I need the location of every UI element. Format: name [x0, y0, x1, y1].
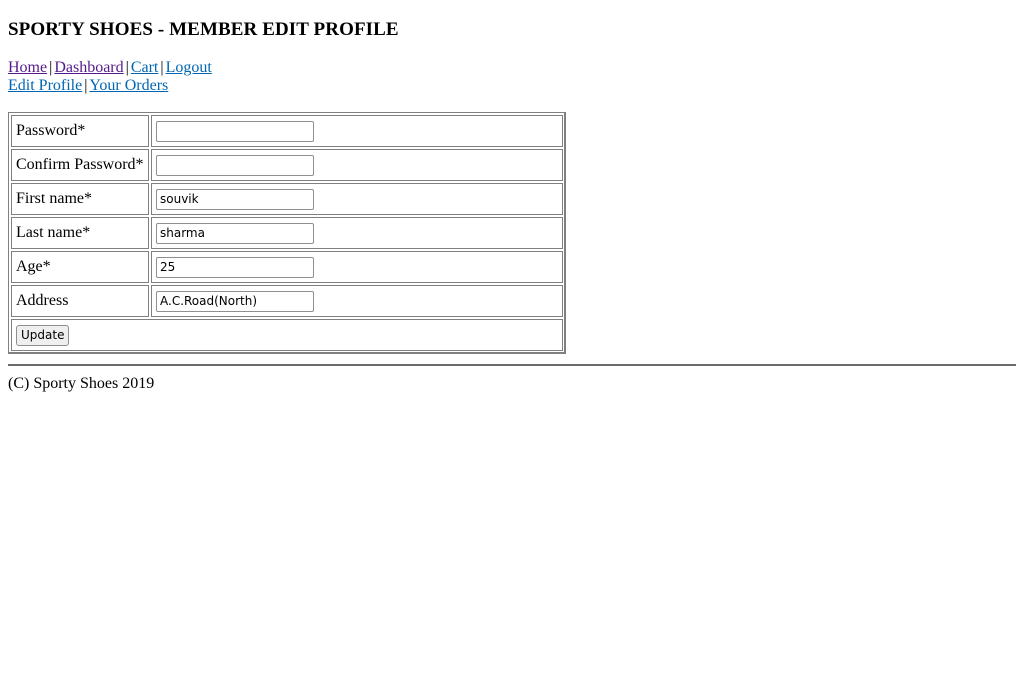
age-label: Age* [11, 251, 149, 283]
nav-row-2: Edit Profile | Your Orders [8, 77, 1016, 95]
nav-row-1: Home | Dashboard | Cart | Logout [8, 59, 1016, 77]
form-row-confirm-password: Confirm Password* [11, 149, 563, 181]
nav-separator: | [125, 59, 129, 76]
nav-links: Home | Dashboard | Cart | Logout Edit Profile |… [8, 59, 1016, 95]
confirm-password-label: Confirm Password* [11, 149, 149, 181]
first-name-label: First name* [11, 183, 149, 215]
edit-profile-form: Password* Confirm Password* First name* … [8, 112, 566, 354]
nav-link-home[interactable]: Home [8, 59, 47, 76]
first-name-input[interactable] [156, 188, 314, 210]
password-input[interactable] [156, 120, 314, 142]
form-row-password: Password* [11, 115, 563, 147]
footer-divider [8, 364, 1016, 366]
update-button[interactable]: Update [16, 324, 70, 346]
address-label: Address [11, 285, 149, 317]
nav-separator: | [160, 59, 164, 76]
address-input[interactable] [156, 290, 314, 312]
form-row-address: Address [11, 285, 563, 317]
nav-link-edit-profile[interactable]: Edit Profile [8, 77, 82, 94]
age-input[interactable] [156, 256, 314, 278]
form-row-last-name: Last name* [11, 217, 563, 249]
confirm-password-input[interactable] [156, 154, 314, 176]
form-row-submit: Update [11, 319, 563, 351]
nav-link-cart[interactable]: Cart [131, 59, 159, 76]
last-name-input[interactable] [156, 222, 314, 244]
nav-link-your-orders[interactable]: Your Orders [89, 77, 168, 94]
form-row-age: Age* [11, 251, 563, 283]
form-row-first-name: First name* [11, 183, 563, 215]
page: SPORTY SHOES - MEMBER EDIT PROFILE Home |… [0, 0, 1024, 393]
password-label: Password* [11, 115, 149, 147]
nav-link-dashboard[interactable]: Dashboard [54, 59, 123, 76]
footer-copyright: (C) Sporty Shoes 2019 [8, 375, 155, 392]
last-name-label: Last name* [11, 217, 149, 249]
page-title: SPORTY SHOES - MEMBER EDIT PROFILE [8, 19, 399, 40]
nav-link-logout[interactable]: Logout [166, 59, 212, 76]
